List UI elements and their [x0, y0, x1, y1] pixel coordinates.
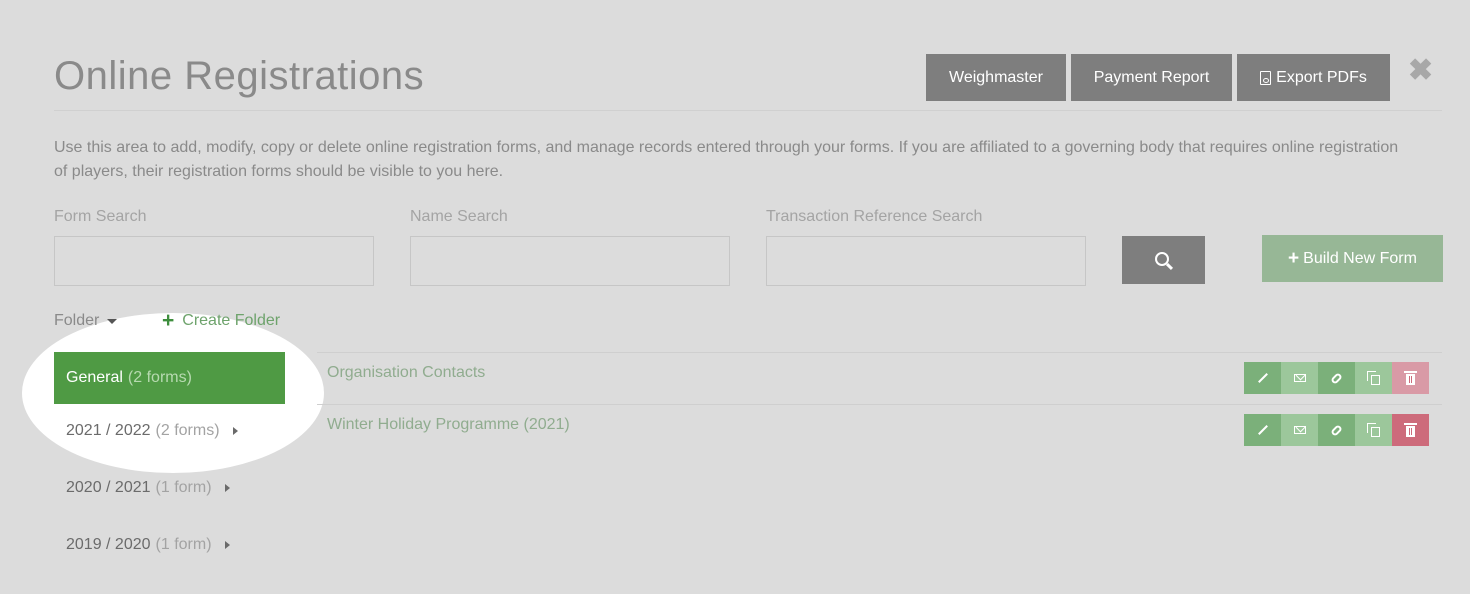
folder-item-general[interactable]: General (2 forms) — [54, 352, 285, 404]
form-name-link[interactable]: Organisation Contacts — [327, 364, 485, 382]
plus-icon: + — [1288, 247, 1300, 269]
envelope-icon — [1293, 426, 1306, 434]
link-icon — [1330, 371, 1343, 385]
page-title: Online Registrations — [54, 54, 425, 98]
plus-icon: + — [162, 309, 175, 332]
folder-name: 2020 / 2021 — [66, 479, 151, 496]
row-divider — [317, 404, 1442, 405]
edit-button[interactable] — [1244, 414, 1281, 446]
folder-item-2020-2021[interactable]: 2020 / 2021 (1 form) — [54, 462, 285, 514]
copy-button[interactable] — [1355, 414, 1392, 446]
delete-button[interactable] — [1392, 362, 1429, 394]
copy-icon — [1366, 422, 1380, 437]
pdf-icon — [1260, 70, 1272, 85]
copy-button[interactable] — [1355, 362, 1392, 394]
link-icon — [1330, 423, 1343, 437]
email-button[interactable] — [1281, 362, 1318, 394]
form-actions — [1244, 362, 1429, 394]
header-divider — [54, 110, 1442, 111]
transaction-search-label: Transaction Reference Search — [766, 208, 983, 225]
form-search-input[interactable] — [54, 236, 374, 286]
payment-report-button[interactable]: Payment Report — [1071, 54, 1232, 101]
envelope-icon — [1293, 374, 1306, 382]
folder-item-2019-2020[interactable]: 2019 / 2020 (1 form) — [54, 519, 285, 571]
folder-name: 2021 / 2022 — [66, 422, 151, 439]
search-icon — [1155, 251, 1169, 266]
folder-count: (1 form) — [155, 536, 212, 553]
caret-right-icon — [224, 484, 230, 492]
form-name-link[interactable]: Winter Holiday Programme (2021) — [327, 416, 570, 434]
trash-icon — [1404, 423, 1417, 437]
folder-dropdown[interactable]: Folder — [54, 312, 118, 330]
export-pdfs-button[interactable]: Export PDFs — [1237, 54, 1390, 101]
caret-right-icon — [232, 427, 238, 435]
folder-name: 2019 / 2020 — [66, 536, 151, 553]
weighmaster-label: Weighmaster — [949, 68, 1043, 86]
row-divider — [317, 352, 1442, 353]
caret-right-icon — [224, 541, 230, 549]
folder-count: (2 forms) — [155, 422, 220, 439]
folder-dropdown-label: Folder — [54, 312, 100, 329]
close-icon[interactable]: ✖ — [1408, 56, 1433, 86]
payment-report-label: Payment Report — [1093, 68, 1210, 86]
form-actions — [1244, 414, 1429, 446]
edit-button[interactable] — [1244, 362, 1281, 394]
intro-text: Use this area to add, modify, copy or de… — [54, 139, 1399, 180]
link-button[interactable] — [1318, 414, 1355, 446]
caret-down-icon — [107, 318, 118, 324]
export-pdfs-label: Export PDFs — [1276, 68, 1367, 86]
pencil-icon — [1257, 373, 1268, 383]
folder-item-2021-2022[interactable]: 2021 / 2022 (2 forms) — [54, 405, 285, 457]
link-button[interactable] — [1318, 362, 1355, 394]
name-search-label: Name Search — [410, 208, 508, 225]
email-button[interactable] — [1281, 414, 1318, 446]
form-search-label: Form Search — [54, 208, 147, 225]
weighmaster-button[interactable]: Weighmaster — [926, 54, 1066, 101]
create-folder-label: Create Folder — [182, 312, 281, 329]
delete-button[interactable] — [1392, 414, 1429, 446]
pencil-icon — [1257, 425, 1268, 435]
build-new-form-button[interactable]: + Build New Form — [1262, 235, 1443, 282]
name-search-input[interactable] — [410, 236, 730, 286]
create-folder-link[interactable]: + Create Folder — [162, 309, 281, 332]
transaction-search-input[interactable] — [766, 236, 1086, 286]
folder-count: (1 form) — [155, 479, 212, 496]
search-button[interactable] — [1122, 236, 1205, 284]
build-new-form-label: Build New Form — [1303, 249, 1417, 267]
trash-icon — [1404, 371, 1417, 385]
folder-name: General — [66, 369, 123, 386]
copy-icon — [1366, 370, 1380, 385]
folder-count: (2 forms) — [127, 369, 192, 386]
